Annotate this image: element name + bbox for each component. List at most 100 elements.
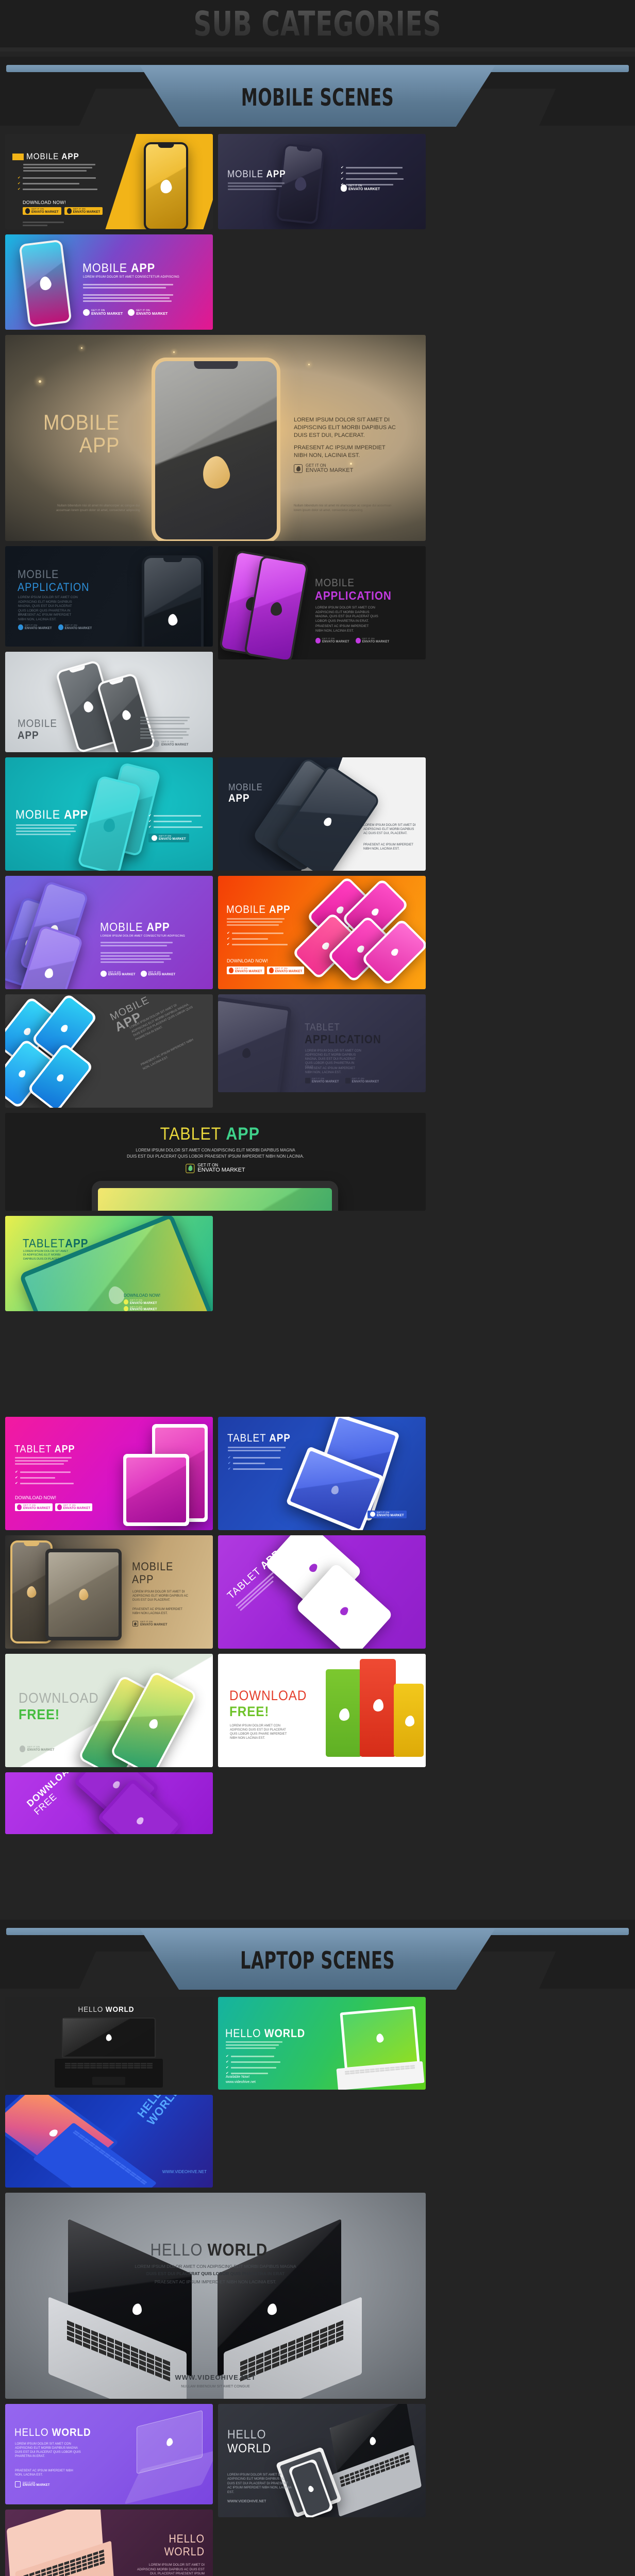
store-badge[interactable]: GET IT ON ENVATO MARKET — [55, 1503, 93, 1511]
thumb-heading-bold: APPLICATION — [315, 589, 392, 602]
thumb-paragraph-1: LOREM IPSUM DOLOR SIT AMET DI ADIPISCING… — [227, 2473, 292, 2494]
thumb-fineprint: Nullam bibendum nisi sit amet mi ullamco… — [294, 504, 392, 512]
thumb-paragraph-2: DUIS EST DUI PLACERAT QUIS LOBOR PRAESEN… — [127, 1154, 304, 1159]
store-badge[interactable]: GET IT ON ENVATO MARKET — [83, 309, 123, 316]
store-badge[interactable]: GET IT ON ENVATO MARKET — [266, 967, 305, 974]
thumb-heading-bold: APP — [18, 730, 39, 741]
thumb-url[interactable]: WWW.VIDEOHIVE.NET — [227, 2500, 266, 2503]
thumbnail-mobile-app-yellow[interactable]: MOBILE APP ✔ ✔ ✔ DOWNLOAD NOW! GET IT ON… — [5, 134, 213, 229]
thumbnail-mobile-app-navy[interactable]: MOBILE APP ✔ ✔ ✔ ✔ GET IT ONENVATO MARKE… — [218, 134, 426, 229]
thumb-heading-light: MOBILE — [82, 261, 128, 275]
thumb-heading-bold: WORLD — [227, 2442, 271, 2455]
thumbnail-tablet-app-blue[interactable]: TABLET APP ✔ ✔ ✔ GET IT ON ENVATO MARKET — [218, 1417, 426, 1530]
thumbnail-tablet-app-green[interactable]: TABLETAPP LOREM IPSUM DOLOR SIT AMET DI … — [5, 1216, 213, 1311]
store-badge[interactable]: GET IT ON ENVATO MARKET — [64, 207, 103, 215]
thumbnail-mobile-app-teal[interactable]: MOBILE APP ✔ ✔ ✔ GET IT ON ENVATO MARKET — [5, 757, 213, 871]
thumbnail-mobile-application-purple[interactable]: MOBILE APPLICATION LOREM IPSUM DOLOR SIT… — [218, 546, 426, 659]
thumb-heading-light: TABLET — [227, 1432, 266, 1444]
store-badge[interactable]: GET IT ON ENVATO MARKET — [186, 1163, 245, 1173]
thumb-heading-bold: APP — [130, 261, 156, 275]
store-badge[interactable]: GET IT ON ENVATO MARKET — [355, 638, 390, 643]
store-badge[interactable]: GET IT ON ENVATO MARKET — [124, 1299, 157, 1305]
store-badge[interactable]: GET IT ON ENVATO MARKET — [128, 309, 168, 316]
thumbnail-tablet-application-dark[interactable]: TABLET APPLICATION LOREM IPSUM DOLOR SIT… — [218, 994, 426, 1092]
thumb-heading-bold: WORLD — [207, 2240, 268, 2259]
thumb-heading-light: MOBILE — [132, 1560, 174, 1573]
store-badge[interactable]: GET IT ON ENVATO MARKET — [18, 624, 52, 630]
thumb-cta-bottom: FREE! — [19, 1706, 60, 1722]
thumb-url[interactable]: WWW.VIDEOHIVE.NET — [162, 2170, 207, 2174]
store-badge[interactable]: GET IT ON ENVATO MARKET — [15, 2481, 50, 2487]
store-badge[interactable]: GET IT ON ENVATO MARKET — [367, 1511, 407, 1518]
store-badge[interactable]: GET IT ON ENVATO MARKET — [341, 184, 380, 192]
store-badge[interactable]: GET IT ON ENVATO MARKET — [154, 740, 189, 747]
thumb-cta: DOWNLOAD NOW! — [23, 200, 66, 205]
thumbnail-hello-world-green[interactable]: HELLO WORLD ✔ ✔ ✔ ✔ Available Now! www.v… — [218, 1997, 426, 2090]
thumb-url[interactable]: www.videohive.net — [226, 2080, 256, 2084]
thumbnail-tablet-app-hero[interactable]: TABLET APP LOREM IPSUM DOLOR SIT AMET CO… — [5, 1113, 426, 1211]
thumbnail-mobile-app-cyan-magenta[interactable]: MOBILE APP LOREM IPSUM DOLOR SIT AMET CO… — [5, 234, 213, 330]
store-badge[interactable]: GET IT ON ENVATO MARKET — [140, 971, 176, 977]
thumbnail-mobile-app-darkcards[interactable]: MOBILE APP LOREM IPSUM DOLOR SIT AMET DI… — [218, 757, 426, 871]
thumb-paragraph-1: LOREM IPSUM DOLOR SIT AMET CON ADIPISCIN… — [15, 2443, 81, 2458]
store-badge[interactable]: GET IT ON ENVATO MARKET — [148, 834, 189, 842]
thumbnail-tablet-free-violet[interactable]: DOWNLOAD FREE — [5, 1772, 213, 1834]
thumbnail-download-free-colors[interactable]: DOWNLOAD FREE! LOREM IPSUM DOLOR AMET CO… — [218, 1654, 426, 1767]
store-badge[interactable]: GET IT ON ENVATO MARKET — [15, 1503, 53, 1511]
store-badge[interactable]: GET IT ON ENVATO MARKET — [305, 1078, 339, 1083]
thumb-heading-bold: APP — [79, 433, 120, 457]
thumbnail-mobile-app-tan[interactable]: MOBILE APP LOREM IPSUM DOLOR SIT AMET DI… — [5, 1535, 213, 1649]
page-header: SUB CATEGORIES — [0, 0, 635, 52]
thumb-heading-bold: APP — [226, 1124, 260, 1144]
store-badge[interactable]: GET IT ON ENVATO MARKET — [23, 207, 61, 215]
store-badge[interactable]: GET IT ON ENVATO MARKET — [132, 1621, 168, 1626]
store-badge[interactable]: GET IT ON ENVATO MARKET — [345, 1078, 379, 1083]
banner-wing-left — [0, 1952, 96, 1989]
thumb-paragraph-1: LOREM IPSUM DOLOR SIT AMET DI ADIPISCING… — [294, 417, 396, 438]
thumbnail-download-free-green[interactable]: DOWNLOAD FREE! GET IT ON ENVATO MARKET — [5, 1654, 213, 1767]
thumbnail-tablet-app-purple-iso[interactable]: TABLET APP — [218, 1535, 426, 1649]
thumb-heading-light: MOBILE — [315, 577, 355, 589]
store-badge[interactable]: GET IT ON ENVATO MARKET — [101, 971, 136, 977]
laptop-scenes-grid: HELLO WORLD HELLO WORLD ✔ ✔ ✔ ✔ Availabl… — [0, 1997, 635, 2576]
thumb-paragraph-2: PRAESENT AC IPSUM IMPERDIET NIBH NON, LA… — [305, 1067, 355, 1074]
thumb-paragraph-1: LOREM IPSUM DOLOR SIT AMET DI ADIPISCING… — [363, 824, 416, 835]
store-badge[interactable]: GET IT ON ENVATO MARKET — [294, 464, 353, 473]
section-title-laptop-scenes: LAPTOP SCENES — [240, 1946, 395, 1974]
thumbnail-hello-world-purple[interactable]: HELLO WORLD LOREM IPSUM DOLOR SIT AMET C… — [5, 2404, 213, 2504]
thumbnail-hello-world-dark[interactable]: HELLO WORLD — [5, 1997, 213, 2090]
thumb-heading-bold: APP — [266, 169, 286, 180]
section-title-mobile-scenes: MOBILE SCENES — [241, 83, 394, 111]
thumbnail-hello-world-plum[interactable]: HELLO WORLD LOREM IPSUM DOLOR SIT AMET D… — [5, 2510, 213, 2576]
store-badge[interactable]: GET IT ON ENVATO MARKET — [124, 1306, 157, 1311]
thumb-cta-top: DOWNLOAD — [229, 1688, 307, 1703]
store-badge[interactable]: GET IT ON ENVATO MARKET — [58, 624, 92, 630]
store-badge[interactable]: GET IT ON ENVATO MARKET — [315, 638, 349, 643]
thumb-fineprint: Nullam bibendum nisi sit amet mi ullamco… — [56, 504, 141, 512]
thumb-paragraph-2: PRAESENT AC IPSUM IMPERDIET NIBH NON, LA… — [315, 624, 369, 633]
thumb-heading-bold: WORLD — [264, 2027, 306, 2040]
thumbnail-mobile-app-violet[interactable]: MOBILE APP LOREM IPSUM DOLOR AMET CONSEC… — [5, 876, 213, 989]
thumbnail-mobile-app-bluetiles[interactable]: MOBILE APP LOREM IPSUM DOLOR SIT AMET DI… — [5, 994, 213, 1108]
thumbnail-hello-world-blue-iso[interactable]: HELLO WORLD WWW.VIDEOHIVE.NET — [5, 2095, 213, 2188]
store-badge[interactable]: GET IT ON ENVATO MARKET — [227, 967, 264, 974]
banner-wing-left — [0, 89, 96, 126]
thumbnail-tablet-app-magenta[interactable]: TABLET APP ✔ ✔ ✔ DOWNLOAD NOW! GET IT ON… — [5, 1417, 213, 1530]
thumbnail-mobile-app-gold-hero[interactable]: MOBILE APP LOREM IPSUM DOLOR SIT AMET DI… — [5, 335, 426, 541]
thumbnail-hello-world-gray-hero[interactable]: HELLO WORLD LOREM IPSUM DOLOR AMET CON A… — [5, 2193, 426, 2399]
thumb-paragraph-2: PRAESENT AC IPSUM IMPERDIET NIBH NON LAC… — [132, 1608, 182, 1615]
thumb-paragraph-1: LOREM IPSUM DOLOR SIT AMET CON ADIPISCIN… — [315, 606, 378, 623]
thumb-heading-light: MOBILE — [100, 920, 143, 934]
thumb-heading-bold: APP — [61, 151, 79, 161]
thumb-heading-bold: APP — [65, 1236, 89, 1250]
thumb-paragraph-1: LOREM IPSUM DOLOR AMET CON ADIPISCING DU… — [230, 1724, 287, 1740]
thumb-url[interactable]: WWW.VIDEOHIVE.NET — [5, 2374, 426, 2381]
thumbnail-mobile-application-dark[interactable]: MOBILE APPLICATION LOREM IPSUM DOLOR SIT… — [5, 546, 213, 647]
thumb-subheading: LOREM IPSUM DOLOR SIT AMET CONSECTETUR A… — [83, 276, 179, 279]
thumbnail-mobile-app-orange[interactable]: MOBILE APP ✔ ✔ ✔ DOWNLOAD NOW! GET IT ON… — [218, 876, 426, 989]
thumb-heading-light: TABLET — [225, 1565, 263, 1602]
thumbnail-mobile-app-light[interactable]: MOBILE APP GET IT ON ENVATO MARKET — [5, 652, 213, 752]
thumb-heading-bold: APPLICATION — [18, 581, 90, 594]
store-badge[interactable]: GET IT ON ENVATO MARKET — [20, 1745, 55, 1752]
thumbnail-hello-world-charcoal[interactable]: HELLO WORLD LOREM IPSUM DOLOR SIT AMET D… — [218, 2404, 426, 2517]
